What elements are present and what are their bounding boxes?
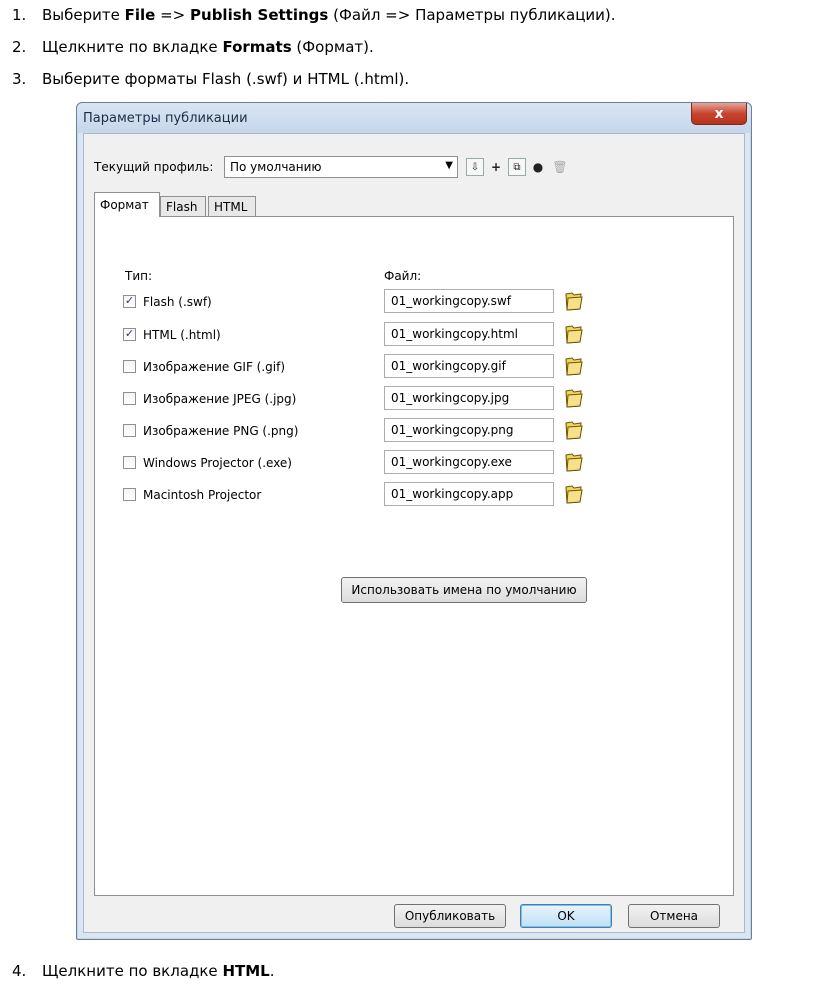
instruction-step-4: 4. Щелкните по вкладке HTML. bbox=[12, 962, 275, 980]
instruction-step-1: 1. Выберите File => Publish Settings (Фай… bbox=[12, 6, 616, 24]
file-name-input[interactable]: 01_workingcopy.swf bbox=[384, 289, 554, 313]
close-icon: x bbox=[714, 105, 724, 122]
publish-settings-dialog: Параметры публикации x Текущий профиль: … bbox=[76, 102, 752, 940]
file-name-input[interactable]: 01_workingcopy.exe bbox=[384, 450, 554, 474]
checkmark-icon: ✓ bbox=[124, 295, 135, 307]
format-tab-panel: Тип: Файл: ✓ Flash (.swf) 01_workingcopy… bbox=[94, 216, 734, 896]
format-checkbox-jpg[interactable] bbox=[123, 392, 136, 405]
format-label: Изображение PNG (.png) bbox=[143, 424, 299, 438]
file-name-input[interactable]: 01_workingcopy.jpg bbox=[384, 386, 554, 410]
use-default-names-button[interactable]: Использовать имена по умолчанию bbox=[341, 577, 587, 603]
format-row-jpg: Изображение JPEG (.jpg) 01_workingcopy.j… bbox=[95, 386, 733, 412]
format-label: Windows Projector (.exe) bbox=[143, 456, 292, 470]
publish-button[interactable]: Опубликовать bbox=[394, 904, 506, 928]
dialog-titlebar[interactable]: Параметры публикации x bbox=[77, 103, 751, 133]
file-name-input[interactable]: 01_workingcopy.gif bbox=[384, 354, 554, 378]
format-row-gif: Изображение GIF (.gif) 01_workingcopy.gi… bbox=[95, 354, 733, 380]
format-row-app: Macintosh Projector 01_workingcopy.app bbox=[95, 482, 733, 508]
trash-icon[interactable]: 🗑 bbox=[550, 156, 570, 178]
ok-button[interactable]: OK bbox=[520, 904, 612, 928]
format-checkbox-gif[interactable] bbox=[123, 360, 136, 373]
cancel-button[interactable]: Отмена bbox=[628, 904, 720, 928]
tab-format[interactable]: Формат bbox=[94, 192, 160, 217]
format-label: Изображение GIF (.gif) bbox=[143, 360, 286, 374]
profile-label: Текущий профиль: bbox=[94, 160, 214, 174]
profile-toolbar: ⇩ + ⧉ ● 🗑 bbox=[466, 156, 570, 178]
format-checkbox-app[interactable] bbox=[123, 488, 136, 501]
format-label: Flash (.swf) bbox=[143, 295, 212, 309]
folder-icon[interactable] bbox=[563, 323, 583, 345]
type-column-header: Тип: bbox=[125, 269, 153, 283]
format-row-html: ✓ HTML (.html) 01_workingcopy.html bbox=[95, 322, 733, 348]
folder-icon[interactable] bbox=[563, 290, 583, 312]
dialog-title: Параметры публикации bbox=[83, 111, 248, 126]
profile-select-value: По умолчанию bbox=[230, 160, 322, 174]
file-column-header: Файл: bbox=[384, 269, 422, 283]
folder-icon[interactable] bbox=[563, 483, 583, 505]
checkmark-icon: ✓ bbox=[124, 328, 135, 340]
folder-icon[interactable] bbox=[563, 355, 583, 377]
format-label: HTML (.html) bbox=[143, 328, 221, 342]
folder-icon[interactable] bbox=[563, 387, 583, 409]
format-label: Macintosh Projector bbox=[143, 488, 262, 502]
format-checkbox-html[interactable]: ✓ bbox=[123, 328, 136, 341]
format-checkbox-png[interactable] bbox=[123, 424, 136, 437]
file-name-input[interactable]: 01_workingcopy.png bbox=[384, 418, 554, 442]
folder-icon[interactable] bbox=[563, 419, 583, 441]
file-name-input[interactable]: 01_workingcopy.html bbox=[384, 322, 554, 346]
format-checkbox-exe[interactable] bbox=[123, 456, 136, 469]
close-button[interactable]: x bbox=[691, 103, 747, 125]
dialog-client-area: Текущий профиль: По умолчанию ▼ ⇩ + ⧉ ● … bbox=[83, 133, 745, 933]
folder-icon[interactable] bbox=[563, 451, 583, 473]
format-row-png: Изображение PNG (.png) 01_workingcopy.pn… bbox=[95, 418, 733, 444]
profile-select[interactable]: По умолчанию ▼ bbox=[224, 156, 458, 178]
tab-html[interactable]: HTML bbox=[208, 196, 256, 216]
instruction-step-3: 3. Выберите форматы Flash (.swf) и HTML (… bbox=[12, 70, 410, 88]
format-row-exe: Windows Projector (.exe) 01_workingcopy.… bbox=[95, 450, 733, 476]
format-row-swf: ✓ Flash (.swf) 01_workingcopy.swf bbox=[95, 289, 733, 315]
duplicate-profile-icon[interactable]: ⧉ bbox=[508, 158, 526, 176]
file-name-input[interactable]: 01_workingcopy.app bbox=[384, 482, 554, 506]
import-export-icon[interactable]: ⇩ bbox=[466, 158, 484, 176]
profile-properties-icon[interactable]: ● bbox=[528, 156, 548, 178]
instruction-step-2: 2. Щелкните по вкладке Formats (Формат). bbox=[12, 38, 374, 56]
format-checkbox-swf[interactable]: ✓ bbox=[123, 295, 136, 308]
add-profile-icon[interactable]: + bbox=[486, 156, 506, 178]
chevron-down-icon: ▼ bbox=[445, 160, 453, 171]
tab-flash[interactable]: Flash bbox=[160, 196, 206, 216]
format-label: Изображение JPEG (.jpg) bbox=[143, 392, 297, 406]
